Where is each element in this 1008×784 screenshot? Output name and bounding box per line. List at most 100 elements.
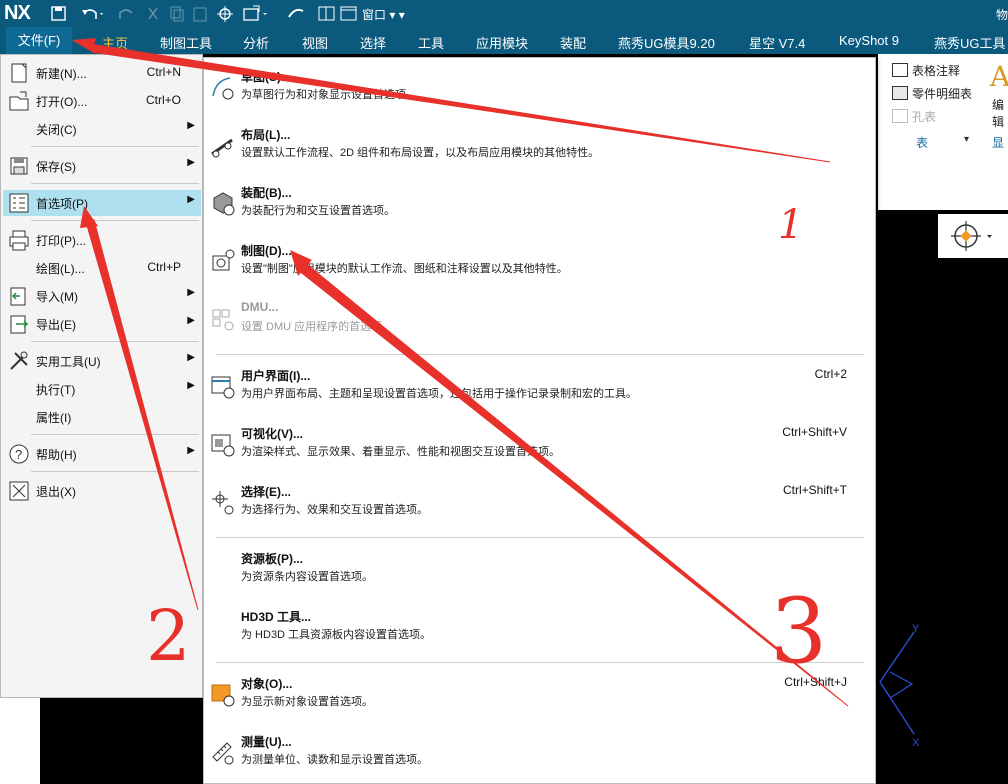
snap-point-toolbar[interactable] (938, 214, 1008, 258)
pref-visualization-title: 可视化(V)... (241, 427, 303, 441)
pref-assembly-title: 装配(B)... (241, 186, 292, 200)
submenu-arrow-icon: ▶ (187, 380, 195, 391)
menu-help[interactable]: ? 帮助(H) ▶ (3, 441, 201, 467)
menu-execute[interactable]: 执行(T) ▶ (3, 376, 201, 402)
canvas-top-strip (878, 154, 1008, 210)
pref-drafting[interactable]: 制图(D)... 设置"制图"应用模块的默认工作流、图纸和注释设置以及其他特性。 (205, 234, 875, 290)
menu-plot[interactable]: 绘图(L)... Ctrl+P (3, 255, 201, 281)
pref-resource-bar[interactable]: 资源板(P)... 为资源条内容设置首选项。 (205, 542, 875, 598)
tab-yanxiu-mold[interactable]: 燕秀UG模具9.20 (618, 33, 715, 52)
menu-plot-shortcut: Ctrl+P (147, 260, 181, 274)
pref-drafting-title: 制图(D)... (241, 244, 292, 258)
hole-table-button: 孔表 (892, 108, 936, 125)
file-tab[interactable]: 文件(F) (6, 27, 72, 54)
tab-assembly[interactable]: 装配 (560, 33, 586, 52)
tab-keyshot[interactable]: KeyShot 9 (839, 33, 899, 48)
paste-icon (192, 5, 208, 22)
table-note-icon (892, 63, 908, 77)
menu-save-label: 保存(S) (36, 160, 76, 174)
preferences-icon (9, 193, 29, 213)
menu-print[interactable]: 打印(P)... (3, 227, 201, 253)
redo-icon (116, 5, 136, 22)
menu-separator (31, 220, 199, 221)
save-icon[interactable] (50, 5, 67, 22)
file-menu: 新建(N)... Ctrl+N 打开(O)... Ctrl+O 关闭(C) ▶ … (0, 54, 203, 698)
menu-import-label: 导入(M) (36, 290, 78, 304)
pref-layout-title: 布局(L)... (241, 128, 291, 142)
assembly-prefs-icon (213, 192, 235, 216)
table-note-label: 表格注释 (912, 64, 961, 78)
tab-yanxiu-tools[interactable]: 燕秀UG工具 (934, 33, 1006, 52)
menu-close[interactable]: 关闭(C) ▶ (3, 116, 201, 142)
menu-preferences-label: 首选项(P) (36, 197, 88, 211)
menu-exit[interactable]: 退出(X) (3, 478, 201, 504)
tab-drafting-tools[interactable]: 制图工具 (160, 33, 212, 52)
submenu-separator (216, 354, 864, 355)
exit-icon (9, 481, 29, 501)
save-icon (10, 157, 28, 175)
open-icon (9, 91, 29, 111)
undo-icon[interactable] (80, 5, 104, 22)
edit-button-label[interactable]: 编辑 (992, 96, 1008, 130)
tab-view[interactable]: 视图 (302, 33, 328, 52)
nx-logo: NX (4, 2, 31, 24)
pref-measure[interactable]: 测量(U)... 为测量单位、读数和显示设置首选项。 (205, 725, 875, 781)
tab-analysis[interactable]: 分析 (243, 33, 269, 52)
menu-properties[interactable]: 属性(I) (3, 404, 201, 430)
menu-new-shortcut: Ctrl+N (146, 65, 181, 79)
parts-list-label: 零件明细表 (912, 87, 973, 101)
menu-open-shortcut: Ctrl+O (145, 93, 181, 107)
copy-icon (169, 5, 185, 22)
table-note-button[interactable]: 表格注释 (892, 62, 960, 79)
pref-selection-desc: 为选择行为、效果和交互设置首选项。 (241, 504, 428, 516)
axis-triad: Y X (879, 623, 920, 748)
submenu-separator (216, 537, 864, 538)
visualization-prefs-icon (211, 434, 235, 457)
menu-new[interactable]: 新建(N)... Ctrl+N (3, 60, 201, 86)
pref-hd3d-title: HD3D 工具... (241, 610, 312, 624)
edit-text-icon[interactable]: A (990, 60, 1008, 93)
menu-save[interactable]: 保存(S) ▶ (3, 153, 201, 179)
tab-select[interactable]: 选择 (360, 33, 386, 52)
snap-icon[interactable] (216, 5, 234, 22)
switch-window-icon[interactable] (243, 5, 269, 22)
menu-open[interactable]: 打开(O)... Ctrl+O (3, 88, 201, 114)
menu-separator (31, 183, 199, 184)
ribbon-tab-bar: 主页 制图工具 分析 视图 选择 工具 应用模块 装配 燕秀UG模具9.20 星… (0, 27, 1008, 54)
menu-export[interactable]: 导出(E) ▶ (3, 311, 201, 337)
layout-prefs-icon (211, 138, 233, 158)
table-group-label: 表 (916, 136, 929, 150)
touch-mode-icon[interactable] (287, 5, 305, 22)
tab-home[interactable]: 主页 (102, 33, 128, 52)
pref-hd3d[interactable]: HD3D 工具... 为 HD3D 工具资源板内容设置首选项。 (205, 600, 875, 656)
pref-user-interface[interactable]: 用户界面(I)... Ctrl+2 为用户界面布局、主题和呈现设置首选项，还包括… (205, 359, 875, 415)
menu-close-label: 关闭(C) (36, 123, 77, 137)
parts-list-button[interactable]: 零件明细表 (892, 85, 972, 102)
pref-visualization[interactable]: 可视化(V)... Ctrl+Shift+V 为渲染样式、显示效果、着重显示、性… (205, 417, 875, 473)
group-expand-icon[interactable]: ▾ (964, 134, 969, 145)
tab-application[interactable]: 应用模块 (476, 33, 528, 52)
pref-sketch-title: 草图(S)... (241, 70, 291, 84)
menu-separator (31, 341, 199, 342)
ribbon-table-group: 表格注释 零件明细表 孔表 表 ▾ A 编辑 显示 (878, 54, 1008, 167)
pref-selection-shortcut: Ctrl+Shift+T (782, 483, 847, 497)
object-prefs-icon (211, 684, 235, 707)
snap-point-icon (951, 221, 992, 251)
tab-tools[interactable]: 工具 (418, 33, 444, 52)
pref-assembly[interactable]: 装配(B)... 为装配行为和交互设置首选项。 (205, 176, 875, 232)
window-menu-label: 窗口 (362, 8, 387, 22)
pref-object-title: 对象(O)... (241, 677, 293, 691)
menu-new-label: 新建(N)... (36, 67, 87, 81)
window-icon[interactable] (340, 5, 358, 22)
menu-import[interactable]: 导入(M) ▶ (3, 283, 201, 309)
tab-xingkong[interactable]: 星空 V7.4 (749, 33, 805, 52)
window-menu[interactable]: 窗口 ▾ ▾ (362, 6, 405, 23)
menu-preferences[interactable]: 首选项(P) ▶ (3, 190, 201, 216)
window-tile-icon[interactable] (318, 5, 336, 22)
pref-layout[interactable]: 布局(L)... 设置默认工作流程、2D 组件和布局设置，以及布局应用模块的其他… (205, 118, 875, 174)
menu-utilities[interactable]: 实用工具(U) ▶ (3, 348, 201, 374)
export-icon (10, 315, 29, 334)
pref-sketch[interactable]: 草图(S)... 为草图行为和对象显示设置首选项。 (205, 60, 875, 116)
pref-selection[interactable]: 选择(E)... Ctrl+Shift+T 为选择行为、效果和交互设置首选项。 (205, 475, 875, 531)
pref-object[interactable]: 对象(O)... Ctrl+Shift+J 为显示新对象设置首选项。 (205, 667, 875, 723)
